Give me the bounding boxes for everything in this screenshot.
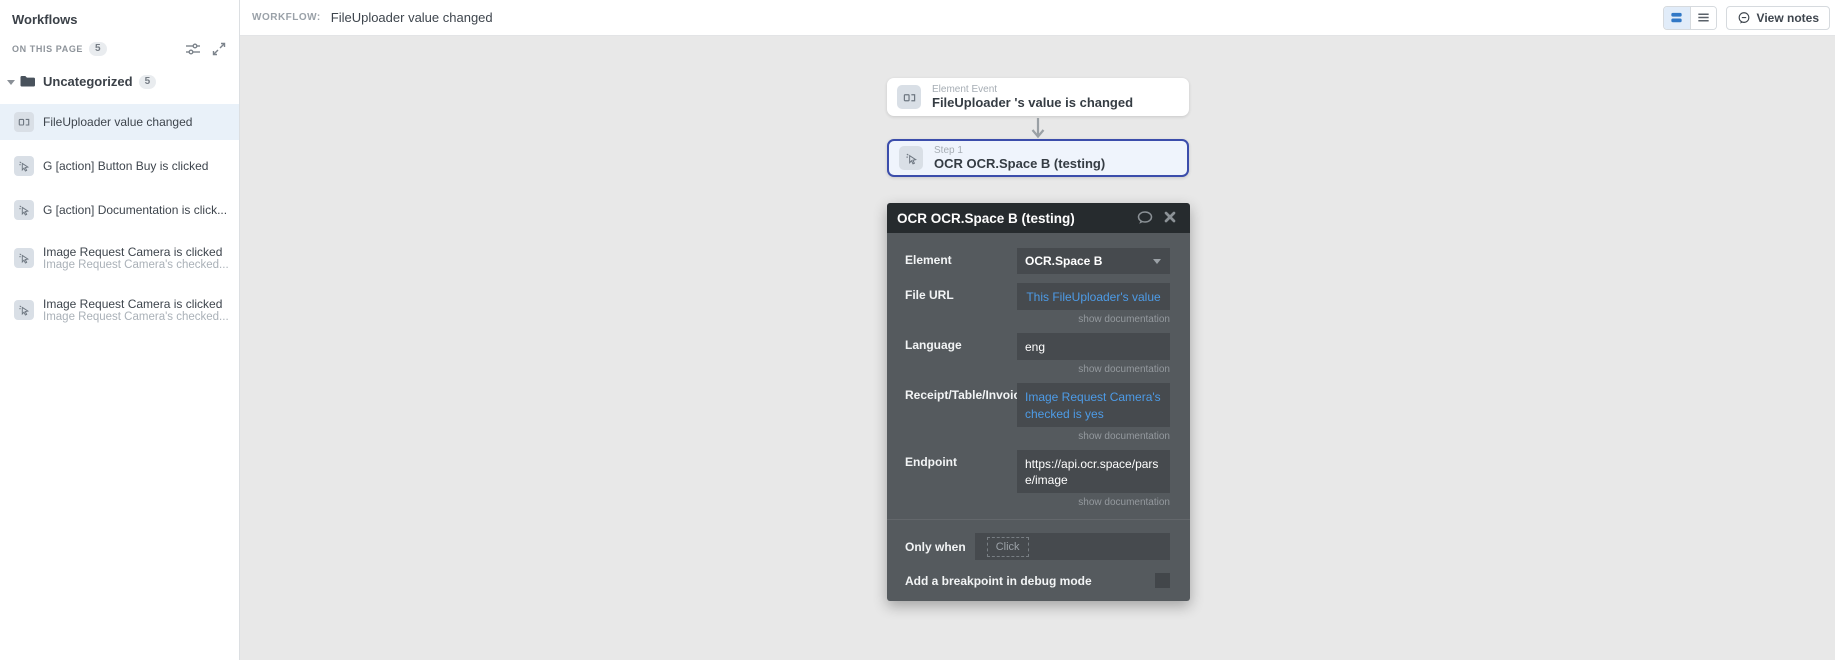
step-card-title: OCR OCR.Space B (testing) [934,156,1105,171]
workflows-sidebar: Workflows ON THIS PAGE 5 [0,0,240,660]
folder-count-badge: 5 [139,75,157,89]
panel-body: Element OCR.Space B File URL This FileUp… [887,233,1190,601]
workflow-item-image-request-camera-1[interactable]: Image Request Camera is clicked Image Re… [0,236,239,280]
workflow-list: FileUploader value changed G [action] Bu… [0,104,239,332]
breakpoint-row: Add a breakpoint in debug mode [905,573,1170,588]
field-endpoint: Endpoint https://api.ocr.space/parse/ima… [905,450,1170,493]
folder-uncategorized[interactable]: Uncategorized 5 [0,57,239,90]
expand-icon[interactable] [211,41,227,57]
endpoint-input[interactable]: https://api.ocr.space/parse/image [1017,450,1170,493]
cursor-click-icon [14,300,34,320]
workflow-item-title: FileUploader value changed [43,115,192,129]
view-mode-toggle [1663,6,1717,30]
workflow-item-documentation-clicked[interactable]: G [action] Documentation is click... [0,192,239,228]
event-card-title: FileUploader 's value is changed [932,95,1133,110]
field-element-label: Element [905,248,1017,267]
only-when-click-placeholder[interactable]: Click [987,537,1029,557]
folder-name: Uncategorized [43,74,133,89]
panel-title: OCR OCR.Space B (testing) [897,211,1128,226]
comment-icon[interactable] [1136,209,1154,227]
card-view-button[interactable] [1664,7,1690,29]
on-this-page-row: ON THIS PAGE 5 [0,27,239,57]
close-icon[interactable] [1162,209,1180,227]
only-when-label: Only when [905,540,966,554]
language-input[interactable]: eng [1017,333,1170,360]
element-event-icon [14,112,34,132]
receipt-input[interactable]: Image Request Camera's checked is yes [1017,383,1170,426]
step-card-kind: Step 1 [934,145,1105,156]
file-url-input[interactable]: This FileUploader's value [1017,283,1170,310]
caret-down-icon [1152,256,1162,266]
step-1-card[interactable]: Step 1 OCR OCR.Space B (testing) [887,139,1189,177]
workflow-canvas[interactable]: Element Event FileUploader 's value is c… [240,36,1835,660]
field-receipt-table-invoice: Receipt/Table/Invoice Image Request Came… [905,383,1170,426]
field-element: Element OCR.Space B [905,248,1170,274]
on-this-page-count-badge: 5 [89,42,107,56]
language-doc-link[interactable]: show documentation [905,360,1170,383]
notes-bubble-icon [1737,11,1751,25]
cursor-click-icon [14,156,34,176]
list-view-icon [1696,10,1711,25]
workflow-item-title: G [action] Button Buy is clicked [43,159,208,173]
card-view-icon [1669,10,1684,25]
field-file-url-label: File URL [905,283,1017,302]
workflow-title: FileUploader value changed [331,10,493,25]
filter-sliders-icon[interactable] [185,41,201,57]
field-file-url: File URL This FileUploader's value [905,283,1170,310]
cursor-click-icon [899,146,923,170]
view-notes-button[interactable]: View notes [1726,6,1830,30]
list-view-button[interactable] [1690,7,1716,29]
workflow-item-title: G [action] Documentation is click... [43,203,227,217]
down-arrow-icon [1026,116,1050,140]
workflow-item-title: Image Request Camera is clicked [43,245,229,259]
workflow-item-subtitle: Image Request Camera's checked... [43,259,229,271]
breakpoint-checkbox[interactable] [1155,573,1170,588]
element-event-icon [897,85,921,109]
workflow-label: WORKFLOW: [252,12,321,23]
cursor-click-icon [14,200,34,220]
workflow-item-subtitle: Image Request Camera's checked... [43,311,229,323]
field-language: Language eng [905,333,1170,360]
workflow-item-title: Image Request Camera is clicked [43,297,229,311]
only-when-input[interactable]: Click [975,533,1170,560]
endpoint-doc-link[interactable]: show documentation [905,493,1170,516]
sidebar-title: Workflows [0,0,239,27]
folder-icon [19,73,36,90]
field-endpoint-label: Endpoint [905,450,1017,469]
field-receipt-label: Receipt/Table/Invoice [905,383,1017,402]
field-language-label: Language [905,333,1017,352]
event-card-kind: Element Event [932,84,1133,95]
workflow-topbar: WORKFLOW: FileUploader value changed [240,0,1835,36]
workflow-item-image-request-camera-2[interactable]: Image Request Camera is clicked Image Re… [0,288,239,332]
view-notes-label: View notes [1757,11,1819,25]
cursor-click-icon [14,248,34,268]
receipt-doc-link[interactable]: show documentation [905,427,1170,450]
caret-down-icon[interactable] [6,77,16,87]
only-when-row: Only when Click [905,533,1170,560]
action-property-panel: OCR OCR.Space B (testing) Element OCR.Sp… [887,203,1190,601]
workflow-item-fileuploader-value-changed[interactable]: FileUploader value changed [0,104,239,140]
on-this-page-label: ON THIS PAGE [12,44,83,54]
panel-divider [887,519,1190,520]
workflow-item-button-buy-clicked[interactable]: G [action] Button Buy is clicked [0,148,239,184]
element-event-card[interactable]: Element Event FileUploader 's value is c… [887,78,1189,116]
element-dropdown[interactable]: OCR.Space B [1017,248,1170,274]
file-url-doc-link[interactable]: show documentation [905,310,1170,333]
breakpoint-label: Add a breakpoint in debug mode [905,574,1155,588]
element-dropdown-value: OCR.Space B [1025,254,1102,268]
panel-header[interactable]: OCR OCR.Space B (testing) [887,203,1190,233]
